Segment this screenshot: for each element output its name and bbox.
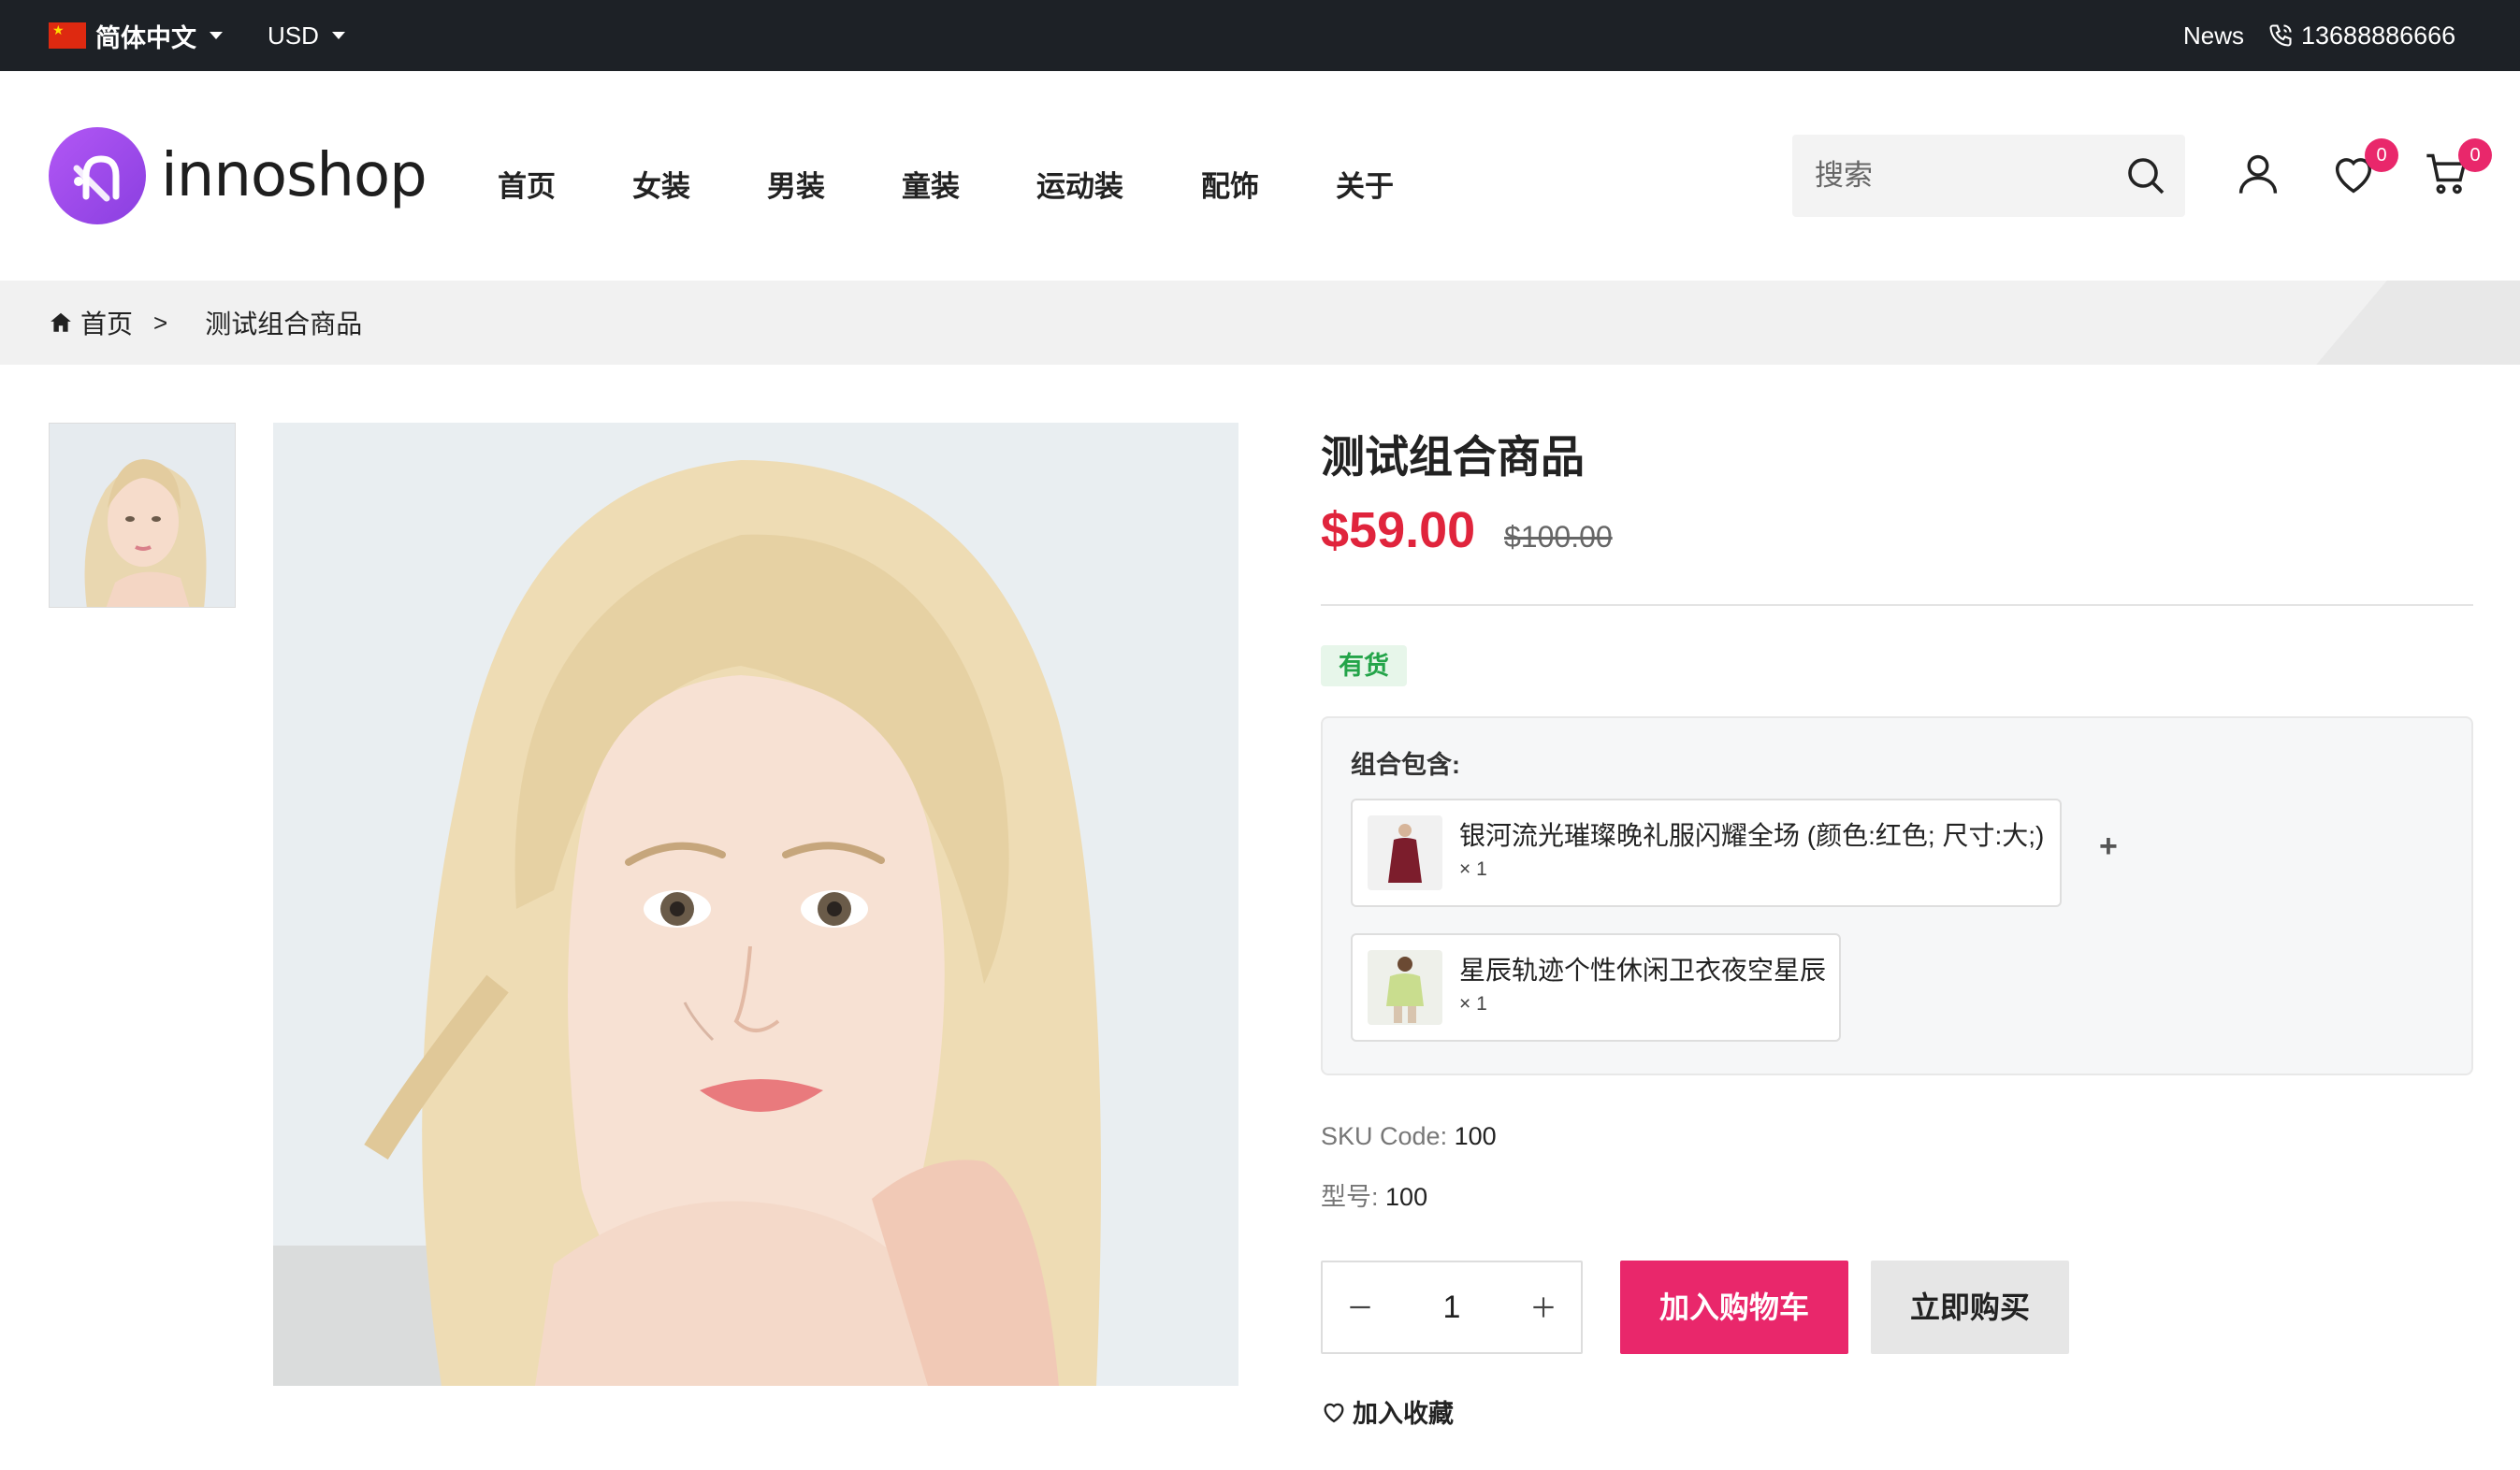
bundle-label: 组合包含: [1351,751,1460,779]
product-title: 测试组合商品 [1321,432,1585,482]
china-flag-icon [49,22,86,49]
stock-status-badge: 有货 [1321,645,1407,686]
nav-item-sports[interactable]: 运动装 [1036,163,1123,205]
sku-code: SKU Code: 100 [1321,1122,1497,1151]
sku-value: 100 [1454,1122,1497,1150]
model-value: 100 [1385,1183,1428,1211]
currency-selector[interactable]: USD [268,0,345,71]
nav-item-men[interactable]: 男装 [767,163,825,205]
add-to-wishlist-label: 加入收藏 [1353,1400,1454,1428]
bundle-item-image [1368,815,1442,890]
bundle-item[interactable]: 星辰轨迹个性休闲卫衣夜空星辰 × 1 [1351,933,1841,1042]
cart-button[interactable]: 0 [2423,138,2492,198]
search-button[interactable] [2123,153,2168,198]
product-thumbnail[interactable] [49,423,236,608]
site-logo[interactable]: innoshop [49,127,427,224]
logo-text: innoshop [161,141,427,210]
logo-mark-icon [49,127,146,224]
nav-item-home[interactable]: 首页 [498,163,556,205]
user-icon [2238,154,2278,194]
top-bar: 简体中文 USD News 13688886666 [0,0,2520,71]
minus-icon [1350,1305,1370,1309]
model-number: 型号: 100 [1321,1176,1427,1213]
breadcrumb-separator: > [153,308,168,337]
product-main-image[interactable] [273,423,1238,1386]
language-selector[interactable]: 简体中文 [49,0,223,71]
model-label: 型号: [1321,1183,1379,1211]
search-icon [2128,158,2165,195]
chevron-down-icon [331,32,345,39]
nav-item-women[interactable]: 女装 [632,163,690,205]
breadcrumb: 首页 > 测试组合商品 [0,281,2520,365]
divider [1321,604,2473,606]
bundle-contents: 组合包含: 银河流光璀璨晚礼服闪耀全场 (颜色:红色; 尺寸:大;) × 1 +… [1321,716,2473,1075]
add-to-wishlist-link[interactable]: 加入收藏 [1321,1393,1454,1430]
bundle-item-name: 星辰轨迹个性休闲卫衣夜空星辰 [1459,956,1827,985]
breadcrumb-current: 测试组合商品 [205,310,363,339]
nav-item-kids[interactable]: 童装 [902,163,960,205]
bundle-item-image [1368,950,1442,1025]
home-icon [51,312,71,332]
product-price: $59.00 [1321,502,1476,558]
cart-count-badge: 0 [2458,138,2492,172]
chevron-down-icon [210,32,223,39]
quantity-stepper: 1 [1321,1261,1583,1354]
news-link[interactable]: News [2183,0,2244,71]
add-to-cart-button[interactable]: 加入购物车 [1620,1261,1848,1354]
bundle-plus-icon: + [2099,829,2118,864]
quantity-decrease-button[interactable] [1323,1262,1398,1352]
account-button[interactable] [2234,150,2282,198]
wishlist-count-badge: 0 [2365,138,2398,172]
bundle-item-quantity: × 1 [1459,858,1487,880]
breadcrumb-decoration [2316,281,2520,365]
breadcrumb-home-link[interactable]: 首页 [80,304,133,341]
phone-number: 13688886666 [2301,21,2456,50]
wishlist-button[interactable]: 0 [2329,138,2398,198]
search-input[interactable] [1815,135,2114,217]
quantity-value[interactable]: 1 [1398,1262,1506,1352]
bundle-item-quantity: × 1 [1459,993,1487,1015]
plus-icon [1533,1297,1554,1318]
nav-item-about[interactable]: 关于 [1336,163,1394,205]
search-box [1792,135,2185,217]
phone-icon [2269,24,2292,47]
phone-contact[interactable]: 13688886666 [2267,0,2455,71]
buy-now-button[interactable]: 立即购买 [1871,1261,2069,1354]
sku-label: SKU Code: [1321,1122,1448,1150]
currency-label: USD [268,21,319,50]
quantity-increase-button[interactable] [1506,1262,1581,1352]
nav-item-accessories[interactable]: 配饰 [1201,163,1259,205]
language-label: 简体中文 [95,23,196,52]
bundle-item[interactable]: 银河流光璀璨晚礼服闪耀全场 (颜色:红色; 尺寸:大;) × 1 [1351,799,2062,907]
heart-icon [1324,1403,1344,1422]
bundle-item-name: 银河流光璀璨晚礼服闪耀全场 (颜色:红色; 尺寸:大;) [1459,821,2045,850]
product-original-price: $100.00 [1504,520,1613,554]
site-header: innoshop 首页 女装 男装 童装 运动装 配饰 关于 0 0 [0,71,2520,281]
